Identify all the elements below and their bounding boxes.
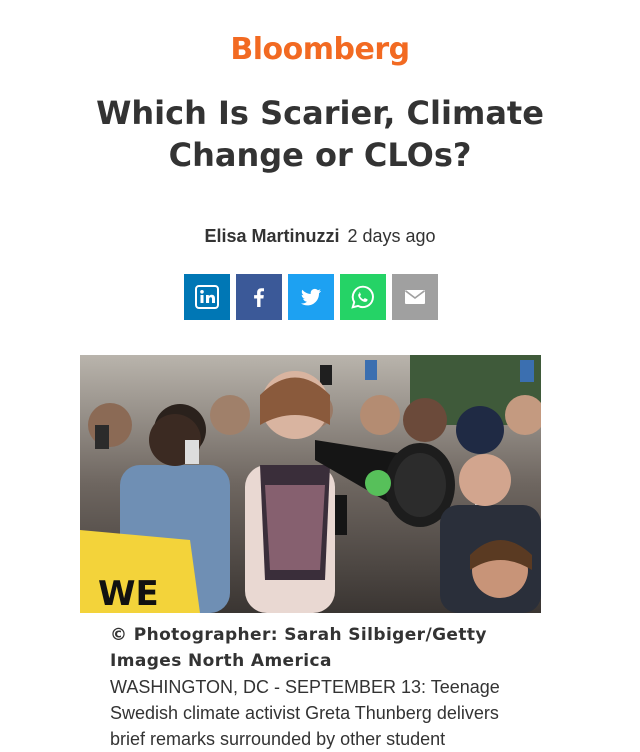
photo-description: WASHINGTON, DC - SEPTEMBER 13: Teenage S… xyxy=(110,677,500,749)
article-photo[interactable]: WE xyxy=(80,355,541,613)
share-whatsapp-button[interactable] xyxy=(340,274,386,320)
twitter-icon xyxy=(299,285,323,309)
share-linkedin-button[interactable] xyxy=(184,274,230,320)
share-email-button[interactable] xyxy=(392,274,438,320)
linkedin-icon xyxy=(195,285,219,309)
svg-text:WE: WE xyxy=(98,574,159,613)
email-icon xyxy=(403,285,427,309)
byline: Elisa Martinuzzi 2 days ago xyxy=(0,226,640,247)
author-name[interactable]: Elisa Martinuzzi xyxy=(204,226,339,246)
article-title: Which Is Scarier, Climate Change or CLOs… xyxy=(96,94,544,174)
photo-caption: © Photographer: Sarah Silbiger/Getty Ima… xyxy=(110,622,530,752)
whatsapp-icon xyxy=(350,284,376,310)
share-bar xyxy=(184,274,438,320)
publish-time: 2 days ago xyxy=(347,226,436,246)
photo-credit: © Photographer: Sarah Silbiger/Getty Ima… xyxy=(110,625,487,671)
bloomberg-logo[interactable]: Bloomberg xyxy=(0,32,640,67)
facebook-icon xyxy=(247,285,271,309)
share-twitter-button[interactable] xyxy=(288,274,334,320)
share-facebook-button[interactable] xyxy=(236,274,282,320)
